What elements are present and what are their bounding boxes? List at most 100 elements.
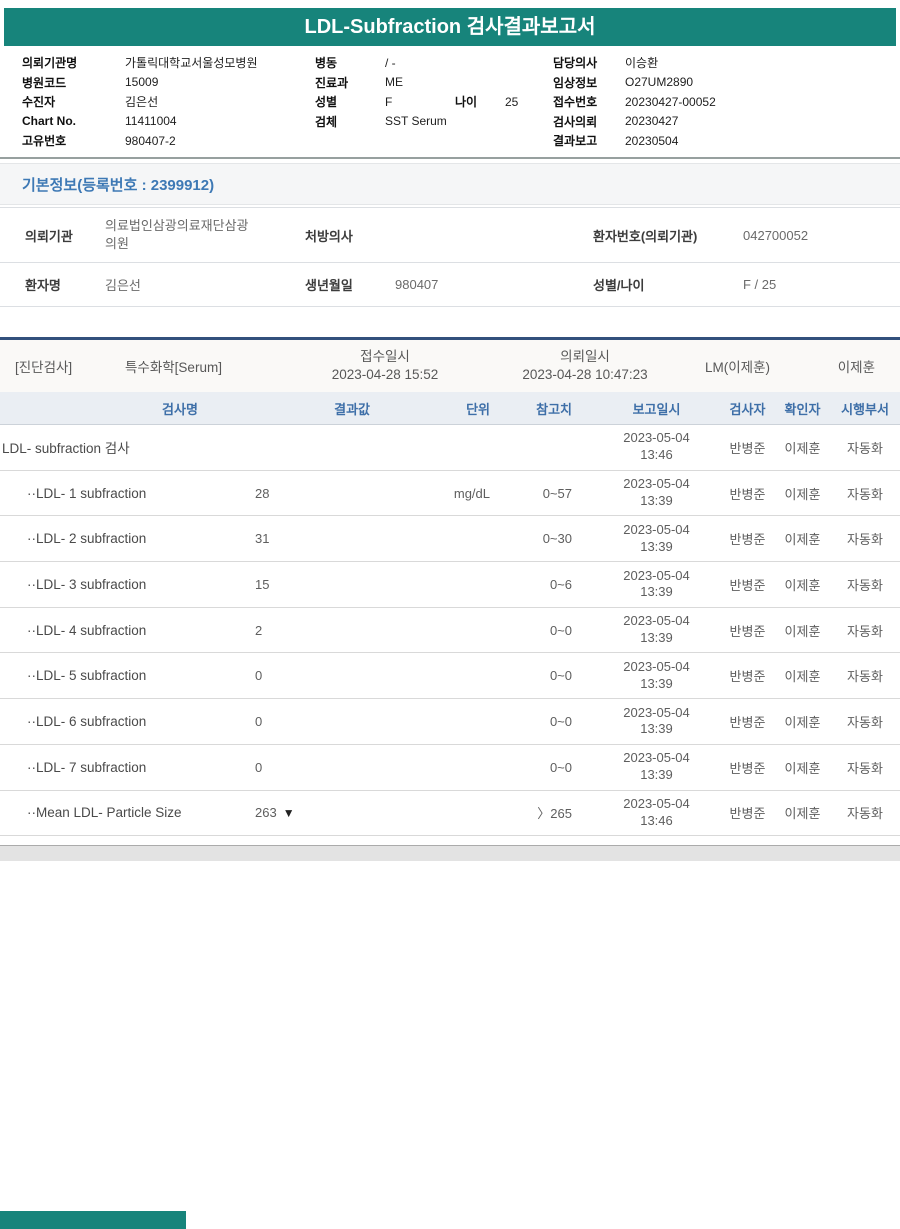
reference-range: 0~0 <box>549 622 572 638</box>
test-name: ··LDL- 5 subfraction <box>27 668 147 684</box>
field-label: 나이 <box>455 95 478 110</box>
confirmer-name: 이제훈 <box>784 760 821 776</box>
result-row: ··Mean LDL- Particle Size 263 ▼ 〉265 2023… <box>0 791 900 837</box>
reference-range: 〉265 <box>537 806 572 822</box>
receipt-datetime: 접수일시 2023-04-28 15:52 <box>285 348 485 384</box>
confirmer-name: 이제훈 <box>784 486 821 502</box>
performing-dept: 자동화 <box>847 760 883 776</box>
performing-dept: 자동화 <box>847 440 883 456</box>
request-datetime: 의뢰일시 2023-04-28 10:47:23 <box>485 348 685 384</box>
receipt-label: 접수일시 <box>360 349 410 365</box>
results-table-header: 검사명 결과값 단위 참고치 보고일시 검사자 확인자 시행부서 <box>0 392 900 425</box>
performing-dept: 자동화 <box>847 623 883 639</box>
header-field-row: 고유번호 980407-2 <box>22 131 315 151</box>
table-footer-strip <box>0 845 900 861</box>
performing-dept: 자동화 <box>847 669 883 685</box>
header-field-row: 수진자 김은선 <box>22 92 315 112</box>
field-label: 환자번호(의뢰기관) <box>593 228 698 244</box>
basic-info-title: 기본정보(등록번호 : 2399912) <box>22 176 215 194</box>
field-label: 의뢰기관 <box>25 228 73 244</box>
field-value: 김은선 <box>125 95 159 110</box>
field-value: 김은선 <box>105 278 141 293</box>
field-label: 생년월일 <box>305 278 353 293</box>
test-name: ··LDL- 7 subfraction <box>27 759 147 775</box>
result-value: 0 <box>255 759 263 775</box>
reference-range: 0~6 <box>549 576 572 592</box>
field-label: 처방의사 <box>305 228 353 244</box>
tester-name: 반병준 <box>729 760 766 776</box>
confirmer-name: 이제훈 <box>784 806 821 822</box>
field-value: F <box>385 94 393 109</box>
column-header: 시행부서 <box>841 401 889 417</box>
report-title: LDL-Subfraction 검사결과보고서 <box>4 8 896 46</box>
performing-dept: 자동화 <box>847 532 883 548</box>
test-category-label: 특수화학[Serum] <box>125 360 222 375</box>
performing-dept: 자동화 <box>847 714 883 730</box>
header-field-row: 결과보고 20230504 <box>553 131 900 151</box>
report-datetime: 2023-05-04 13:46 <box>623 430 690 463</box>
field-label: 고유번호 <box>22 134 67 149</box>
basic-info-section: 기본정보(등록번호 : 2399912) <box>0 163 900 205</box>
column-header: 보고일시 <box>632 401 681 417</box>
field-value: F / 25 <box>743 277 777 292</box>
tester-name: 반병준 <box>729 532 766 548</box>
header-info-left: 의뢰기관명 가톨릭대학교서울성모병원 병원코드 15009 수진자 김은선 Chart No… <box>0 53 315 151</box>
result-row: LDL- subfraction 검사 2023-05-04 13:46 반병준 … <box>0 425 900 471</box>
result-value: 0 <box>255 713 263 729</box>
result-row: ··LDL- 2 subfraction 31 0~30 2023-05-04 1… <box>0 516 900 563</box>
header-field-row: 담당의사 이승환 <box>553 53 900 73</box>
performing-dept: 자동화 <box>847 577 883 593</box>
field-value: 15009 <box>125 75 159 90</box>
result-value: 2 <box>255 622 263 638</box>
results-table: 검사명 결과값 단위 참고치 보고일시 검사자 확인자 시행부서 LDL- subfracti… <box>0 392 900 837</box>
header-field-row: 검사의뢰 20230427 <box>553 112 900 132</box>
tester-name: 반병준 <box>729 577 766 593</box>
field-label: 병원코드 <box>22 75 67 90</box>
specimen-section-bar: [진단검사] 특수화학[Serum] 접수일시 2023-04-28 15:52… <box>0 337 900 392</box>
result-row: ··LDL- 3 subfraction 15 0~6 2023-05-04 13… <box>0 562 900 608</box>
section-divider-line <box>0 157 900 159</box>
report-datetime: 2023-05-04 13:39 <box>623 521 690 554</box>
field-label: 의뢰기관명 <box>22 56 78 71</box>
field-label: 수진자 <box>22 95 56 110</box>
field-label: 성별/나이 <box>593 278 645 293</box>
reference-range: 0~0 <box>549 668 572 684</box>
field-label: 검체 <box>315 114 338 129</box>
field-value: 042700052 <box>743 227 809 243</box>
test-name: ··Mean LDL- Particle Size <box>27 805 182 821</box>
column-header: 결과값 <box>334 401 370 417</box>
field-label: 결과보고 <box>553 134 598 149</box>
result-value: 263 ▼ <box>255 805 295 821</box>
request-label: 의뢰일시 <box>560 349 610 365</box>
report-datetime: 2023-05-04 13:39 <box>623 658 690 691</box>
report-datetime: 2023-05-04 13:39 <box>623 750 690 783</box>
header-field-row: 임상정보 O27UM2890 <box>553 73 900 93</box>
department-label: [진단검사] <box>15 360 73 375</box>
field-value: 20230427 <box>625 114 679 129</box>
performing-dept: 자동화 <box>847 486 883 502</box>
column-header: 확인자 <box>784 401 821 417</box>
field-label: Chart No. <box>22 114 76 129</box>
header-info-right: 담당의사 이승환 임상정보 O27UM2890 접수번호 20230427-00052 검사… <box>553 53 900 151</box>
result-row: ··LDL- 1 subfraction 28 mg/dL 0~57 2023-… <box>0 471 900 517</box>
field-value: 20230427-00052 <box>625 94 716 109</box>
down-arrow-flag-icon: ▼ <box>282 806 295 821</box>
reader-name: 이제훈 <box>837 360 875 375</box>
confirmer-name: 이제훈 <box>784 669 821 685</box>
tester-name: 반병준 <box>729 440 766 456</box>
result-row: ··LDL- 4 subfraction 2 0~0 2023-05-04 13:… <box>0 608 900 654</box>
column-header: 검사자 <box>729 401 766 417</box>
lab-report-page: LDL-Subfraction 검사결과보고서 의뢰기관명 가톨릭대학교서울성모병… <box>0 0 900 1229</box>
test-name: LDL- subfraction 검사 <box>2 441 130 457</box>
patient-info-table: 의뢰기관 의료법인삼광의료재단삼광의원 처방의사 환자번호(의뢰기관) 04270005… <box>0 207 900 307</box>
column-header: 단위 <box>466 401 490 417</box>
report-datetime: 2023-05-04 13:39 <box>623 613 690 646</box>
tester-name: 반병준 <box>729 486 766 502</box>
reference-range: 0~57 <box>542 485 572 501</box>
result-value: 28 <box>255 485 270 501</box>
field-value: SST Serum <box>385 114 447 129</box>
patient-info-row: 환자명 김은선 생년월일 980407 성별/나이 F / 25 <box>0 262 900 307</box>
field-value: 이승환 <box>625 56 659 71</box>
request-value: 2023-04-28 10:47:23 <box>522 367 648 382</box>
field-value: 980407-2 <box>125 133 176 148</box>
